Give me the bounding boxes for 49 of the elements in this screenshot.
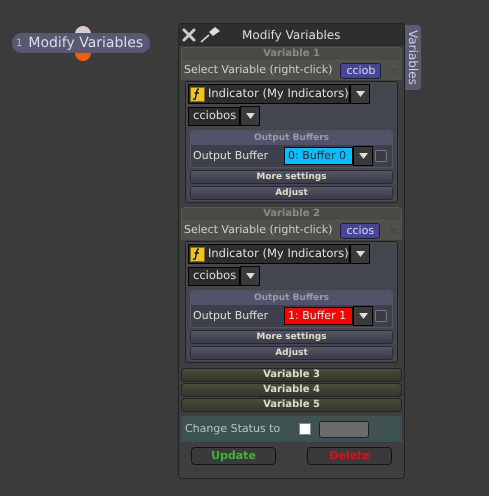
buffer-dropdown[interactable]: 1: Buffer 1 <box>284 307 353 325</box>
status-input-field[interactable] <box>319 420 369 438</box>
indicator-dropdown[interactable]: cciobos <box>188 266 240 286</box>
more-settings-button[interactable]: More settings <box>190 330 393 344</box>
dropdown-arrow-button[interactable] <box>240 266 260 286</box>
variable-name-badge[interactable]: cciob <box>340 62 382 78</box>
section-header[interactable]: Variable 4 <box>181 383 402 397</box>
caret-icon <box>246 113 254 119</box>
pin-icon[interactable] <box>200 27 222 43</box>
window-title: Modify Variables <box>242 27 340 44</box>
dropdown-arrow-button[interactable] <box>353 146 373 166</box>
adjust-button[interactable]: Adjust <box>190 346 393 360</box>
buffer-dropdown[interactable]: 0: Buffer 0 <box>284 147 353 165</box>
select-variable-label: Select Variable (right-click) <box>184 222 332 238</box>
node-card[interactable]: 1 Modify Variables <box>12 33 150 53</box>
output-port-icon[interactable] <box>75 53 91 61</box>
checkbox[interactable] <box>375 150 387 162</box>
panel-heading: Output Buffers <box>191 291 392 305</box>
dropdown-arrow-button[interactable] <box>240 106 260 126</box>
output-buffer-label: Output Buffer <box>193 308 270 324</box>
dropdown-arrow-button[interactable] <box>353 306 373 326</box>
function-icon <box>190 86 205 102</box>
panel-heading: Output Buffers <box>191 131 392 145</box>
dropdown-arrow-button[interactable] <box>350 244 370 264</box>
checkbox[interactable] <box>299 423 311 435</box>
more-settings-button[interactable]: More settings <box>190 170 393 184</box>
function-icon <box>190 246 205 262</box>
change-status-label: Change Status to <box>185 420 282 437</box>
dropdown-arrow-button[interactable] <box>350 84 370 104</box>
caret-icon <box>358 153 368 159</box>
section-header[interactable]: Variable 3 <box>181 368 402 382</box>
adjust-button[interactable]: Adjust <box>190 186 393 200</box>
select-variable-label: Select Variable (right-click) <box>184 62 332 78</box>
source-dropdown[interactable]: Indicator (My Indicators) <box>188 84 350 104</box>
checkbox[interactable] <box>375 310 387 322</box>
caret-icon <box>246 273 254 279</box>
caret-icon <box>358 313 368 319</box>
node-number: 1 <box>16 36 22 50</box>
update-button[interactable]: Update <box>191 447 276 465</box>
source-dropdown[interactable]: Indicator (My Indicators) <box>188 244 350 264</box>
side-tab[interactable]: Variables <box>405 25 421 90</box>
close-icon[interactable] <box>182 28 196 42</box>
node-title: Modify Variables <box>28 34 144 52</box>
section-header[interactable]: Variable 5 <box>181 398 402 412</box>
variable-name-badge[interactable]: ccios <box>340 222 380 238</box>
output-buffer-label: Output Buffer <box>193 148 270 164</box>
caret-icon <box>356 91 364 97</box>
indicator-dropdown[interactable]: cciobos <box>188 106 240 126</box>
caret-icon <box>356 251 364 257</box>
